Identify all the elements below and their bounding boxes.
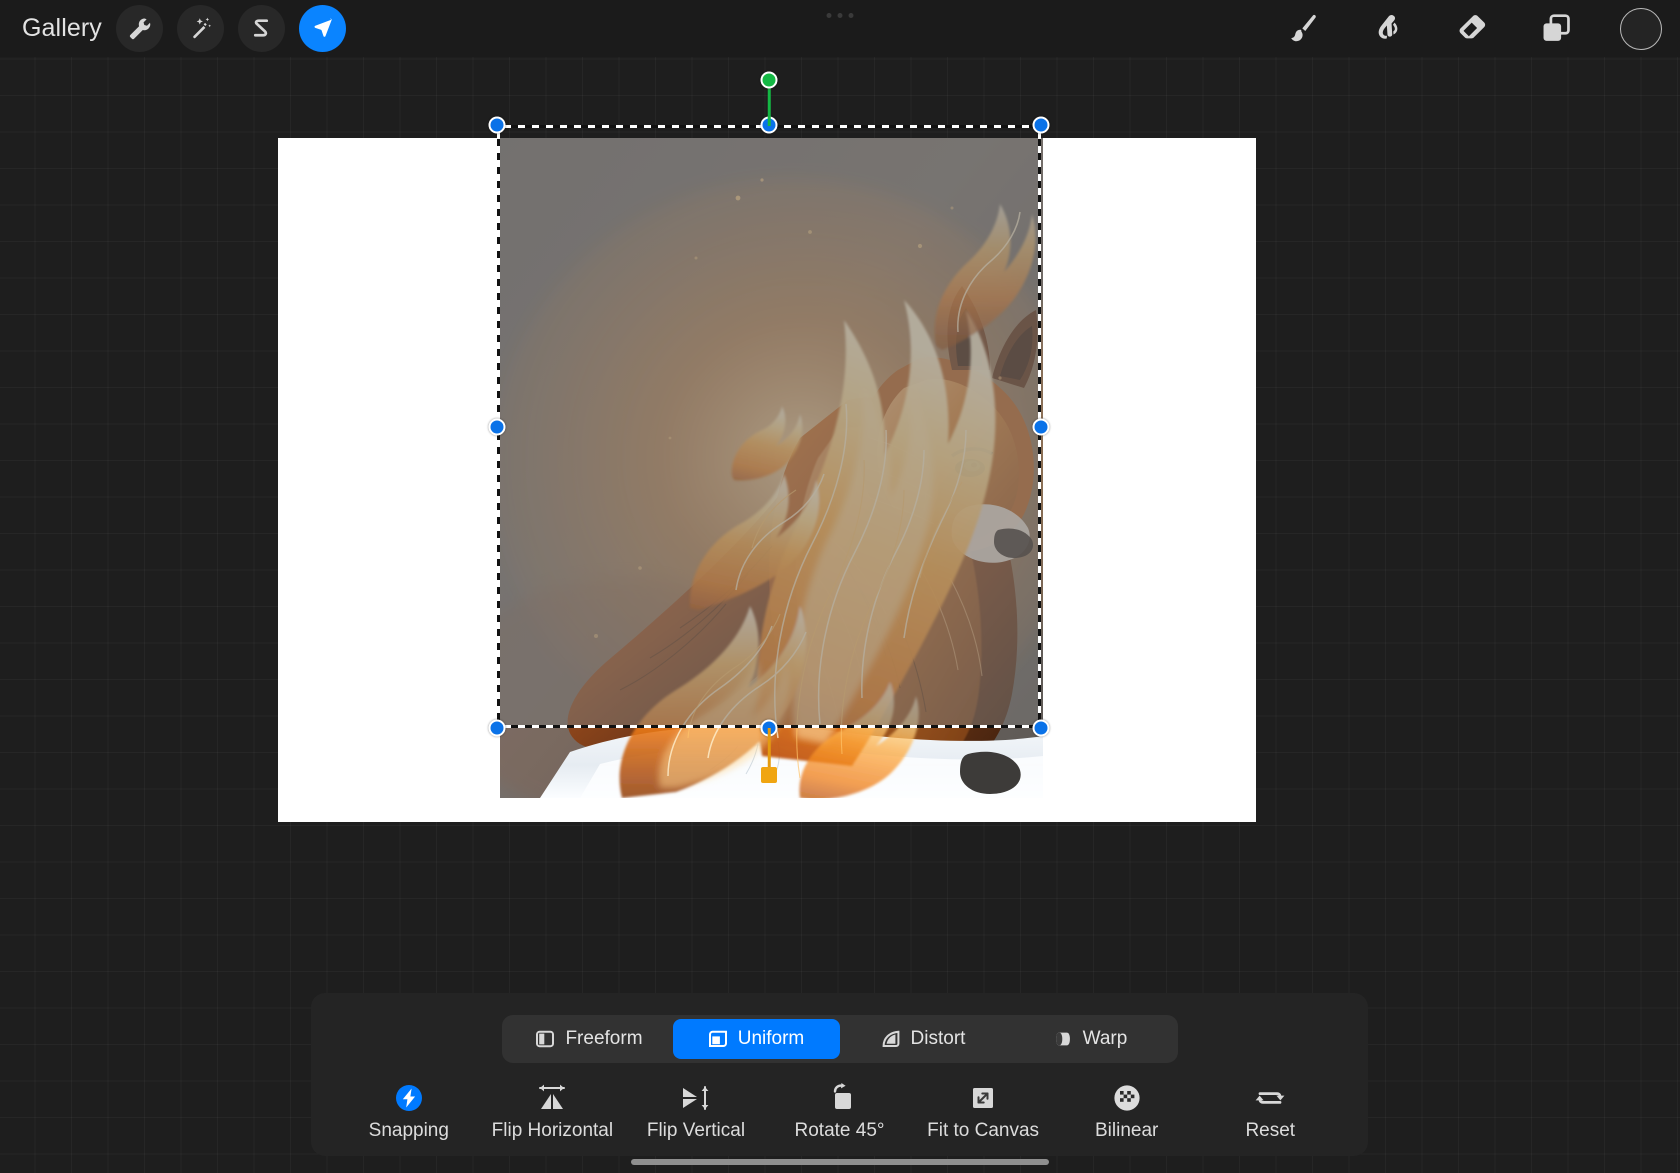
action-fit-to-canvas[interactable]: Fit to Canvas	[911, 1077, 1055, 1142]
magic-wand-icon[interactable]	[176, 5, 224, 52]
action-reset-label: Reset	[1245, 1120, 1296, 1141]
s-curve-glyph	[253, 19, 268, 37]
flip-vertical-icon	[680, 1081, 712, 1115]
fox-flames-illustration	[500, 138, 1043, 798]
bilinear-icon	[1111, 1081, 1143, 1115]
action-reset[interactable]: Reset	[1198, 1077, 1342, 1142]
gallery-button[interactable]: Gallery	[22, 14, 102, 43]
wrench-glyph	[129, 18, 151, 40]
handle-middle-right[interactable]	[1032, 418, 1050, 435]
action-rotate-45[interactable]: Rotate 45°	[768, 1077, 912, 1142]
handle-middle-left[interactable]	[488, 418, 506, 435]
arrow-cursor-icon[interactable]	[298, 5, 346, 52]
action-fit-to-canvas-label: Fit to Canvas	[927, 1120, 1040, 1141]
fit-to-canvas-icon	[968, 1081, 998, 1115]
action-rotate-45-label: Rotate 45°	[794, 1120, 885, 1141]
layers-glyph	[1543, 13, 1570, 41]
window-dot	[848, 13, 854, 18]
action-bilinear-label: Bilinear	[1094, 1120, 1159, 1141]
magic-wand-glyph	[193, 17, 211, 39]
flip-horizontal-icon	[534, 1081, 570, 1115]
freeform-icon	[536, 1030, 555, 1048]
color-swatch[interactable]	[1620, 7, 1662, 50]
action-flip-vertical[interactable]: Flip Vertical	[624, 1077, 768, 1142]
snapping-bolt-icon	[393, 1081, 425, 1115]
handle-bottom-right[interactable]	[1032, 719, 1050, 737]
bilinear-glyph	[1114, 1085, 1140, 1111]
reset-icon	[1254, 1081, 1286, 1115]
handle-rotate[interactable]	[760, 71, 778, 89]
smudge-glyph	[1378, 14, 1398, 39]
window-dot	[837, 13, 843, 18]
action-snapping-label: Snapping	[368, 1120, 449, 1141]
eraser-glyph	[1459, 14, 1486, 38]
s-curve-icon[interactable]	[237, 5, 285, 52]
transform-mode-segmented-control: Freeform Uniform Distort Warp	[501, 1015, 1178, 1063]
transform-mode-distort-label: Distort	[910, 1028, 966, 1049]
handle-distort[interactable]	[761, 767, 777, 783]
transform-mode-freeform[interactable]: Freeform	[506, 1019, 673, 1059]
home-indicator[interactable]	[631, 1159, 1049, 1165]
window-dots-indicator	[826, 13, 854, 18]
action-flip-horizontal[interactable]: Flip Horizontal	[481, 1077, 625, 1142]
top-toolbar-right-group	[1284, 0, 1662, 57]
paintbrush-icon[interactable]	[1284, 9, 1324, 49]
flip-vertical-glyph	[682, 1086, 709, 1110]
transform-actions-row: Snapping Flip Horizontal Flip Vertical R…	[311, 1077, 1368, 1156]
snapping-bolt-glyph	[395, 1085, 422, 1111]
action-flip-vertical-label: Flip Vertical	[646, 1120, 746, 1141]
layers-icon[interactable]	[1536, 9, 1576, 49]
handle-top-right[interactable]	[1032, 116, 1050, 134]
transform-toolbar-panel: Freeform Uniform Distort Warp Snapping F…	[311, 993, 1368, 1156]
top-toolbar-left-group: Gallery	[0, 5, 346, 52]
procreate-app: Gallery Freeform Uniform Distort Warp Sn…	[0, 0, 1680, 1173]
artwork-image	[500, 138, 1043, 798]
top-toolbar: Gallery	[0, 0, 1680, 57]
arrow-cursor-glyph	[314, 18, 332, 37]
smudge-icon[interactable]	[1368, 9, 1408, 49]
transform-mode-distort[interactable]: Distort	[840, 1019, 1007, 1059]
rotate-45-glyph	[833, 1083, 851, 1109]
transform-mode-uniform[interactable]: Uniform	[672, 1019, 840, 1059]
rotate-45-icon	[824, 1081, 856, 1115]
uniform-icon	[708, 1030, 727, 1048]
warp-icon	[1055, 1032, 1070, 1046]
transform-mode-uniform-label: Uniform	[737, 1028, 805, 1049]
eraser-icon[interactable]	[1452, 9, 1492, 49]
transform-mode-freeform-label: Freeform	[565, 1028, 643, 1049]
fit-to-canvas-glyph	[973, 1088, 994, 1108]
window-dot	[826, 13, 832, 18]
transform-mode-warp[interactable]: Warp	[1007, 1019, 1174, 1059]
handle-bottom-left[interactable]	[488, 719, 506, 737]
transform-mode-warp-label: Warp	[1082, 1028, 1128, 1049]
wrench-icon[interactable]	[115, 5, 163, 52]
distort-icon	[882, 1030, 899, 1047]
action-snapping[interactable]: Snapping	[337, 1077, 481, 1142]
paintbrush-glyph	[1291, 14, 1316, 41]
flip-horizontal-glyph	[539, 1084, 566, 1109]
handle-top-left[interactable]	[488, 116, 506, 134]
reset-glyph	[1255, 1092, 1285, 1104]
action-bilinear[interactable]: Bilinear	[1055, 1077, 1199, 1142]
action-flip-horizontal-label: Flip Horizontal	[491, 1120, 614, 1141]
